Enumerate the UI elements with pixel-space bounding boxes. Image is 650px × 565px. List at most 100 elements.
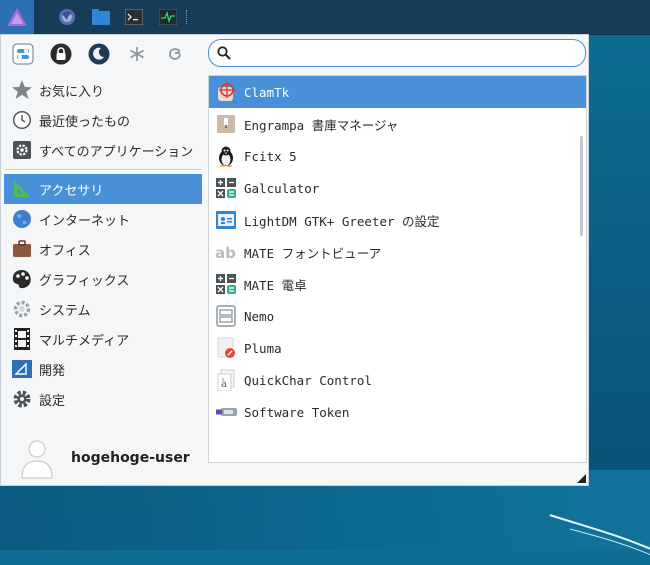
cog-icon — [11, 298, 33, 320]
category-label: 開発 — [39, 363, 66, 379]
logout-button[interactable] — [163, 42, 187, 66]
switch-user-icon — [130, 47, 144, 61]
calculator-icon — [215, 177, 237, 199]
gear-icon — [11, 139, 33, 161]
star-icon — [11, 79, 33, 101]
settings-icon — [11, 388, 33, 410]
application-menu: お気に入り 最近使ったもの すべてのアプリケーション アクセサリ インターネット… — [0, 34, 589, 486]
category-list: お気に入り 最近使ったもの すべてのアプリケーション アクセサリ インターネット… — [1, 75, 205, 414]
lock-screen-button[interactable] — [49, 42, 73, 66]
terminal-launcher[interactable] — [123, 6, 145, 28]
whisker-menu-button[interactable] — [0, 0, 34, 34]
app-item-lightdm-greeter-settings[interactable]: LightDM GTK+ Greeter の設定 — [209, 204, 586, 236]
app-label: Galculator — [244, 180, 320, 196]
app-label: MATE 電卓 — [244, 277, 307, 293]
font-icon: ab — [215, 241, 237, 263]
category-settings[interactable]: 設定 — [1, 384, 205, 414]
app-label: Nemo — [244, 308, 275, 324]
file-manager-launcher[interactable] — [90, 6, 112, 28]
category-divider — [5, 169, 201, 170]
settings-toggle-button[interactable] — [11, 42, 35, 66]
app-label: MATE フォントビューア — [244, 245, 382, 261]
switch-user-button[interactable] — [125, 42, 149, 66]
search-icon — [217, 46, 231, 60]
app-label: Software Token — [244, 404, 350, 420]
app-item-engrampa[interactable]: Engrampa 書庫マネージャ — [209, 108, 586, 140]
category-label: グラフィックス — [39, 273, 130, 289]
top-panel — [0, 0, 650, 35]
greeter-icon — [215, 209, 237, 231]
app-label: Pluma — [244, 340, 282, 356]
category-favorites[interactable]: お気に入り — [1, 75, 205, 105]
category-label: アクセサリ — [39, 183, 104, 199]
calculator-icon — [215, 273, 237, 295]
resize-grip[interactable] — [577, 474, 586, 483]
app-item-software-token[interactable]: Software Token — [209, 396, 586, 428]
quick-actions-bar — [11, 42, 201, 66]
username: hogehoge-user — [71, 450, 190, 466]
film-icon — [11, 328, 33, 350]
search-field[interactable] — [208, 39, 586, 67]
archive-icon — [215, 113, 237, 135]
category-label: 設定 — [39, 393, 66, 409]
svg-text:ab: ab — [215, 244, 236, 261]
category-label: 最近使ったもの — [39, 114, 131, 130]
ruler-icon — [11, 178, 33, 200]
web-browser-icon — [59, 9, 75, 25]
logout-icon — [169, 48, 181, 60]
terminal-icon — [125, 9, 143, 25]
app-item-quickchar-control[interactable]: à QuickChar Control — [209, 364, 586, 396]
category-label: オフィス — [39, 243, 91, 259]
category-system[interactable]: システム — [1, 294, 205, 324]
penguin-icon — [215, 145, 237, 167]
app-label: Engrampa 書庫マネージャ — [244, 117, 399, 133]
category-all-applications[interactable]: すべてのアプリケーション — [1, 135, 205, 165]
user-info: hogehoge-user — [19, 437, 190, 479]
web-browser-launcher[interactable] — [56, 6, 78, 28]
avatar — [21, 440, 53, 479]
app-label: LightDM GTK+ Greeter の設定 — [244, 213, 440, 229]
category-office[interactable]: オフィス — [1, 234, 205, 264]
app-item-pluma[interactable]: Pluma — [209, 332, 586, 364]
category-recent[interactable]: 最近使ったもの — [1, 105, 205, 135]
nemo-icon — [215, 305, 237, 327]
application-list[interactable]: ClamTk Engrampa 書庫マネージャ Fcitx 5 Galculat… — [208, 75, 587, 463]
category-accessories[interactable]: アクセサリ — [4, 174, 202, 204]
briefcase-icon — [11, 238, 33, 260]
suspend-icon — [88, 43, 110, 65]
text-editor-icon — [215, 337, 237, 359]
settings-toggle-icon — [12, 43, 34, 65]
file-manager-icon — [92, 9, 110, 25]
category-label: インターネット — [39, 213, 131, 229]
task-manager-icon — [159, 9, 177, 25]
category-internet[interactable]: インターネット — [1, 204, 205, 234]
app-label: QuickChar Control — [244, 372, 372, 388]
task-manager-launcher[interactable] — [157, 6, 179, 28]
category-label: システム — [39, 303, 91, 319]
category-graphics[interactable]: グラフィックス — [1, 264, 205, 294]
category-label: マルチメディア — [39, 333, 130, 349]
app-item-mate-font-viewer[interactable]: ab MATE フォントビューア — [209, 236, 586, 268]
category-label: お気に入り — [39, 84, 105, 100]
app-item-nemo[interactable]: Nemo — [209, 300, 586, 332]
wallpaper-streak — [549, 514, 650, 556]
suspend-button[interactable] — [87, 42, 111, 66]
lock-screen-icon — [50, 43, 72, 65]
panel-separator — [186, 10, 189, 24]
palette-icon — [11, 268, 33, 290]
category-multimedia[interactable]: マルチメディア — [1, 324, 205, 354]
app-item-clamtk[interactable]: ClamTk — [209, 76, 586, 108]
app-item-galculator[interactable]: Galculator — [209, 172, 586, 204]
app-item-fcitx5[interactable]: Fcitx 5 — [209, 140, 586, 172]
app-label: Fcitx 5 — [244, 148, 297, 164]
category-development[interactable]: 開発 — [1, 354, 205, 384]
list-scrollbar[interactable] — [580, 136, 583, 236]
svg-text:à: à — [221, 379, 227, 390]
quickchar-icon: à — [215, 369, 237, 391]
whisker-menu-icon — [7, 8, 27, 26]
app-item-mate-calculator[interactable]: MATE 電卓 — [209, 268, 586, 300]
globe-icon — [11, 208, 33, 230]
app-label: ClamTk — [244, 84, 290, 100]
search-input[interactable] — [237, 44, 585, 62]
clamtk-icon — [215, 81, 237, 103]
